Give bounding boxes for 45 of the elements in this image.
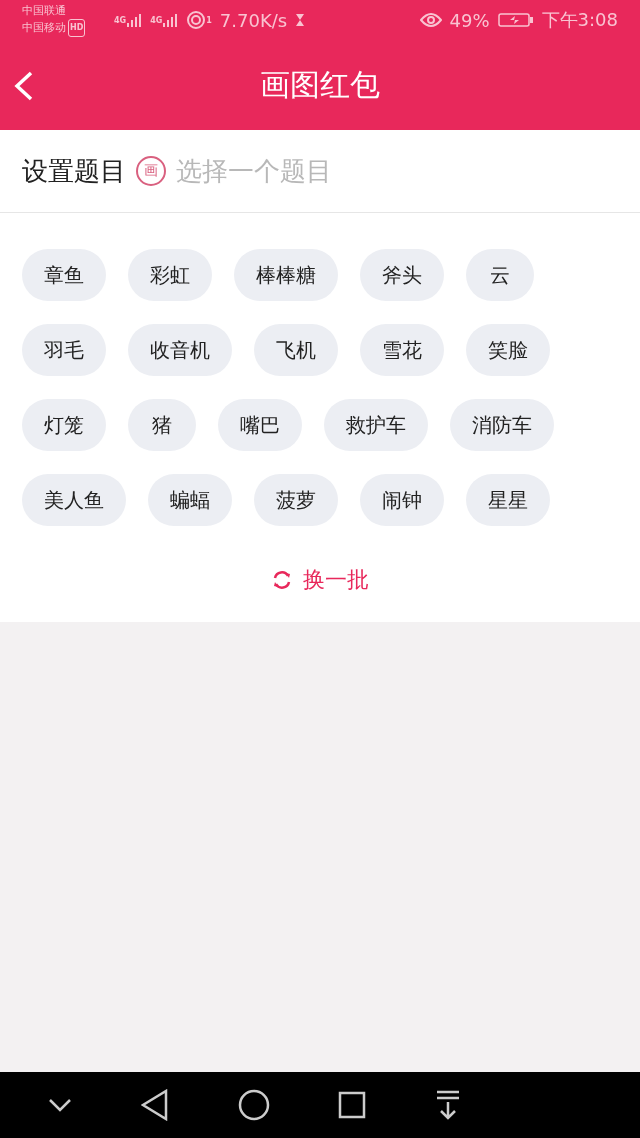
chevron-down-icon[interactable] bbox=[48, 1098, 72, 1112]
hourglass-icon bbox=[295, 13, 306, 27]
recents-icon[interactable] bbox=[338, 1091, 367, 1119]
carrier-name: 中国移动 bbox=[22, 20, 66, 36]
carrier-name: 中国联通 bbox=[22, 3, 67, 19]
topic-tag[interactable]: 章鱼 bbox=[22, 249, 106, 301]
hotspot-icon bbox=[186, 10, 207, 30]
network-type: 4G bbox=[150, 15, 163, 25]
draw-badge: 画 bbox=[136, 156, 166, 186]
topic-tag[interactable]: 闹钟 bbox=[360, 474, 444, 526]
topic-tag[interactable]: 救护车 bbox=[324, 399, 428, 451]
topic-tag[interactable]: 彩虹 bbox=[128, 249, 212, 301]
battery-icon bbox=[497, 12, 534, 28]
home-icon[interactable] bbox=[237, 1089, 270, 1121]
network-speed: 7.70K/s bbox=[219, 9, 288, 31]
back-icon[interactable] bbox=[140, 1089, 169, 1121]
topic-tag[interactable]: 猪 bbox=[128, 399, 196, 451]
refresh-icon bbox=[271, 569, 293, 591]
topic-tag[interactable]: 雪花 bbox=[360, 324, 444, 376]
network-type: 4G bbox=[114, 15, 127, 25]
topic-tag[interactable]: 收音机 bbox=[128, 324, 232, 376]
clock: 下午3:08 bbox=[541, 8, 618, 32]
battery-percent: 49% bbox=[449, 9, 490, 31]
topic-tag[interactable]: 云 bbox=[466, 249, 534, 301]
hd-badge: HD bbox=[68, 19, 86, 37]
topic-tag[interactable]: 蝙蝠 bbox=[148, 474, 232, 526]
topic-tag[interactable]: 美人鱼 bbox=[22, 474, 126, 526]
topic-tag[interactable]: 飞机 bbox=[254, 324, 338, 376]
topic-label: 设置题目 bbox=[22, 154, 126, 188]
topic-tag[interactable]: 星星 bbox=[466, 474, 550, 526]
topic-tag[interactable]: 灯笼 bbox=[22, 399, 106, 451]
topic-tag[interactable]: 棒棒糖 bbox=[234, 249, 338, 301]
signal-icon bbox=[126, 12, 143, 28]
topic-tag[interactable]: 消防车 bbox=[450, 399, 554, 451]
page-title: 画图红包 bbox=[260, 65, 380, 104]
topic-tag[interactable]: 笑脸 bbox=[466, 324, 550, 376]
topic-tag[interactable]: 菠萝 bbox=[254, 474, 338, 526]
topic-tag[interactable]: 斧头 bbox=[360, 249, 444, 301]
topic-tag[interactable]: 羽毛 bbox=[22, 324, 106, 376]
hotspot-count: 1 bbox=[206, 15, 212, 25]
signal-icon bbox=[162, 12, 179, 28]
refresh-button[interactable]: 换一批 bbox=[265, 564, 375, 596]
eye-icon bbox=[419, 12, 442, 28]
notification-pull-icon[interactable] bbox=[435, 1090, 462, 1120]
topic-tag[interactable]: 嘴巴 bbox=[218, 399, 302, 451]
